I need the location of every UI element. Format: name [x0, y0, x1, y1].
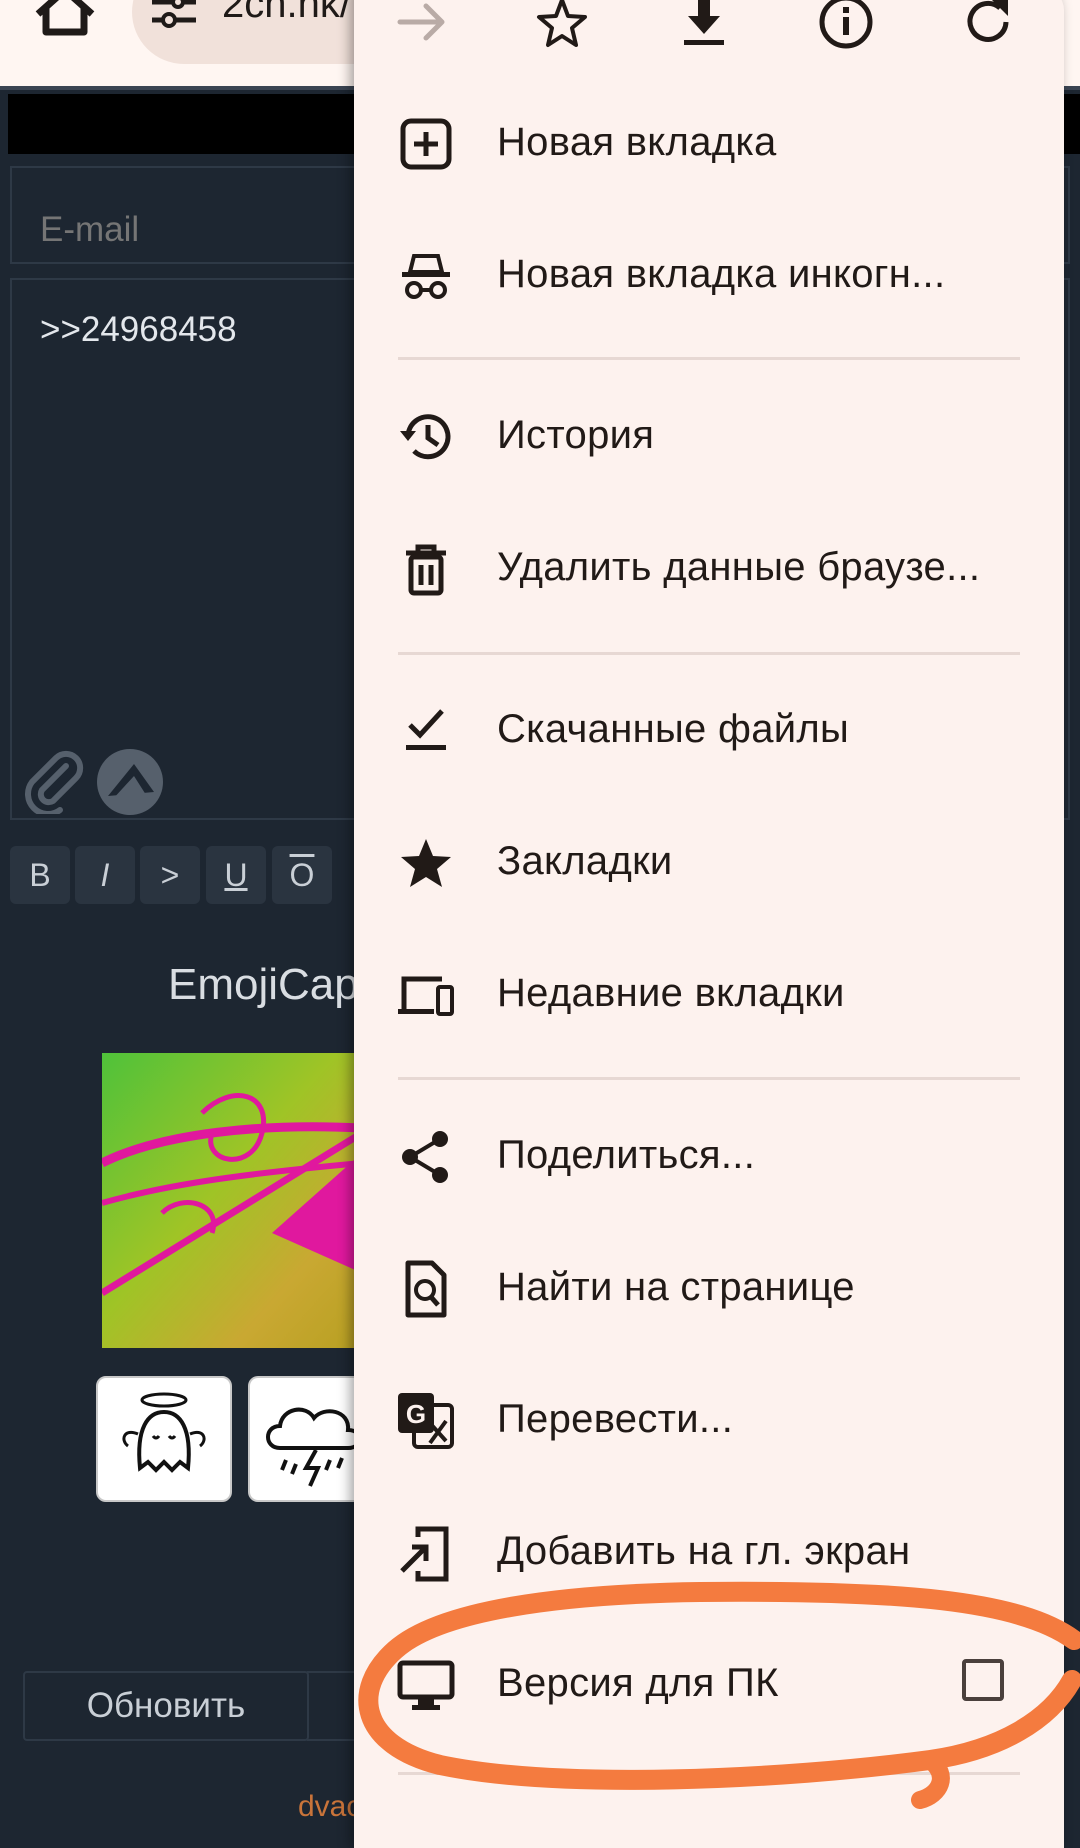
captcha-image: [102, 1053, 362, 1348]
menu-divider: [398, 357, 1020, 360]
menu-item-label: Скачанные файлы: [497, 707, 850, 751]
menu-item-desktop-site[interactable]: Версия для ПК: [354, 1625, 1064, 1745]
italic-button[interactable]: I: [75, 846, 135, 904]
downloads-icon: [406, 709, 446, 750]
menu-item-bookmarks[interactable]: Закладки: [354, 803, 1064, 923]
menu-item-label: Новая вкладка: [497, 120, 777, 164]
menu-item-label: Закладки: [497, 839, 673, 883]
share-icon: [402, 1131, 448, 1183]
incognito-icon: [402, 254, 450, 299]
reload-icon[interactable]: [958, 0, 1018, 52]
menu-item-label: Новая вкладка инкогн...: [497, 252, 946, 296]
translate-icon: G: [398, 1393, 454, 1449]
menu-divider: [398, 1077, 1020, 1080]
history-icon: [400, 414, 451, 460]
menu-item-share[interactable]: Поделиться...: [354, 1097, 1064, 1217]
menu-divider: [398, 652, 1020, 655]
menu-item-label: Добавить на гл. экран: [497, 1529, 911, 1573]
svg-text:G: G: [406, 1399, 426, 1429]
menu-item-label: Найти на странице: [497, 1265, 855, 1309]
download-icon[interactable]: [674, 0, 734, 52]
menu-item-history[interactable]: История: [354, 377, 1064, 497]
menu-divider: [398, 1772, 1020, 1775]
menu-item-label: Версия для ПК: [497, 1661, 779, 1705]
info-icon[interactable]: [816, 0, 876, 52]
devices-icon: [398, 976, 454, 1016]
find-in-page-icon: [405, 1260, 447, 1318]
menu-item-clear-data[interactable]: Удалить данные браузе...: [354, 509, 1064, 629]
menu-item-recent-tabs[interactable]: Недавние вкладки: [354, 935, 1064, 1055]
menu-item-add-to-home[interactable]: Добавить на гл. экран: [354, 1493, 1064, 1613]
overflow-menu: Новая вкладка Новая вкладка инкогн... Ис…: [354, 0, 1064, 1848]
refresh-captcha-button[interactable]: Обновить: [23, 1671, 309, 1741]
home-icon[interactable]: [30, 0, 100, 40]
emoji-choice-ghost[interactable]: [96, 1376, 232, 1502]
overline-button[interactable]: O: [272, 846, 332, 904]
new-tab-icon: [400, 118, 452, 170]
sticker-icon[interactable]: [94, 746, 166, 818]
trash-icon: [406, 544, 446, 596]
menu-toolbar: [354, 0, 1064, 80]
underline-button[interactable]: U: [206, 846, 266, 904]
desktop-site-checkbox[interactable]: [962, 1659, 1004, 1701]
bookmarks-star-icon: [401, 839, 451, 887]
menu-item-find-in-page[interactable]: Найти на странице: [354, 1229, 1064, 1349]
menu-item-new-tab[interactable]: Новая вкладка: [354, 84, 1064, 204]
desktop-icon: [397, 1660, 455, 1710]
angel-ghost-icon: [122, 1392, 206, 1473]
site-settings-icon[interactable]: [152, 0, 196, 30]
menu-item-label: Перевести...: [497, 1397, 734, 1441]
captcha-label: EmojiCap: [168, 960, 359, 1009]
menu-item-downloads[interactable]: Скачанные файлы: [354, 671, 1064, 791]
comment-text: >>24968458: [40, 310, 237, 349]
menu-item-incognito[interactable]: Новая вкладка инкогн...: [354, 216, 1064, 336]
add-to-home-icon: [400, 1526, 449, 1582]
menu-item-label: Поделиться...: [497, 1133, 756, 1177]
paperclip-icon[interactable]: [22, 750, 86, 814]
menu-item-translate[interactable]: G Перевести...: [354, 1361, 1064, 1481]
bold-button[interactable]: B: [10, 846, 70, 904]
menu-item-label: История: [497, 413, 655, 457]
quote-button[interactable]: >: [140, 846, 200, 904]
menu-item-label: Удалить данные браузе...: [497, 545, 981, 589]
url-text[interactable]: 2ch.hk/: [222, 0, 351, 27]
arrow-forward-icon[interactable]: [392, 0, 452, 52]
menu-item-label: Недавние вкладки: [497, 971, 845, 1015]
footer-link[interactable]: dvac: [298, 1790, 361, 1824]
star-icon[interactable]: [532, 0, 592, 52]
